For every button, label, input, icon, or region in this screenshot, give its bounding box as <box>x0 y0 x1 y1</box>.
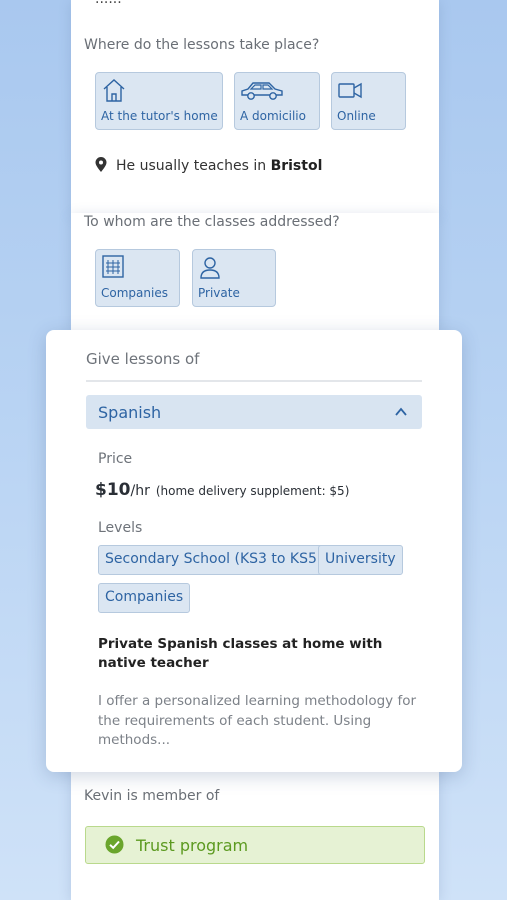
teaching-location: He usually teaches in Bristol <box>94 157 322 174</box>
audience-option-private[interactable]: Private <box>192 249 276 307</box>
location-option-label: At the tutor's home <box>101 109 218 123</box>
divider <box>86 380 422 382</box>
map-pin-icon <box>95 157 107 172</box>
lessons-card: Give lessons of Spanish Price $10/hr (hom… <box>46 330 462 772</box>
subject-accordion-header[interactable]: Spanish <box>86 395 422 429</box>
check-circle-icon <box>105 835 124 854</box>
audience-option-label: Companies <box>101 286 168 300</box>
levels-label: Levels <box>98 520 143 536</box>
location-question: Where do the lessons take place? <box>84 37 320 53</box>
car-icon <box>241 82 283 100</box>
location-option-label: Online <box>337 109 376 123</box>
level-chip: University <box>318 545 403 575</box>
level-chip: Companies <box>98 583 191 613</box>
chevron-up-icon[interactable] <box>394 405 408 419</box>
teaching-location-city: Bristol <box>270 158 323 174</box>
trust-program-badge[interactable]: Trust program <box>85 826 425 864</box>
price-amount: $10 <box>95 480 131 500</box>
house-icon <box>103 79 125 102</box>
lessons-heading: Give lessons of <box>86 350 200 368</box>
audience-question: To whom are the classes addressed? <box>84 214 340 230</box>
price-unit: /hr <box>130 483 150 499</box>
location-option-online[interactable]: Online <box>331 72 406 130</box>
video-camera-icon <box>338 82 362 99</box>
audience-option-label: Private <box>198 286 240 300</box>
trust-program-label: Trust program <box>136 836 249 855</box>
ad-description: I offer a personalized learning methodol… <box>98 693 417 748</box>
building-icon <box>102 255 124 278</box>
level-chip: Secondary School (KS3 to KS5) <box>98 545 330 575</box>
location-option-tutor-home[interactable]: At the tutor's home <box>95 72 223 130</box>
audience-option-companies[interactable]: Companies <box>95 249 180 307</box>
location-option-label: A domicilio <box>240 109 306 123</box>
price-label: Price <box>98 451 133 467</box>
ad-title[interactable]: Private Spanish classes at home with nat… <box>98 635 418 673</box>
subject-name: Spanish <box>98 403 162 422</box>
price-value: $10/hr (home delivery supplement: $5) <box>95 480 349 500</box>
teaching-location-prefix: He usually teaches in <box>116 158 267 174</box>
person-icon <box>200 257 220 279</box>
location-option-domicilio[interactable]: A domicilio <box>234 72 320 130</box>
price-supplement: (home delivery supplement: $5) <box>155 484 350 498</box>
cut-off-title: ...... <box>95 0 122 7</box>
membership-label: Kevin is member of <box>84 788 220 804</box>
